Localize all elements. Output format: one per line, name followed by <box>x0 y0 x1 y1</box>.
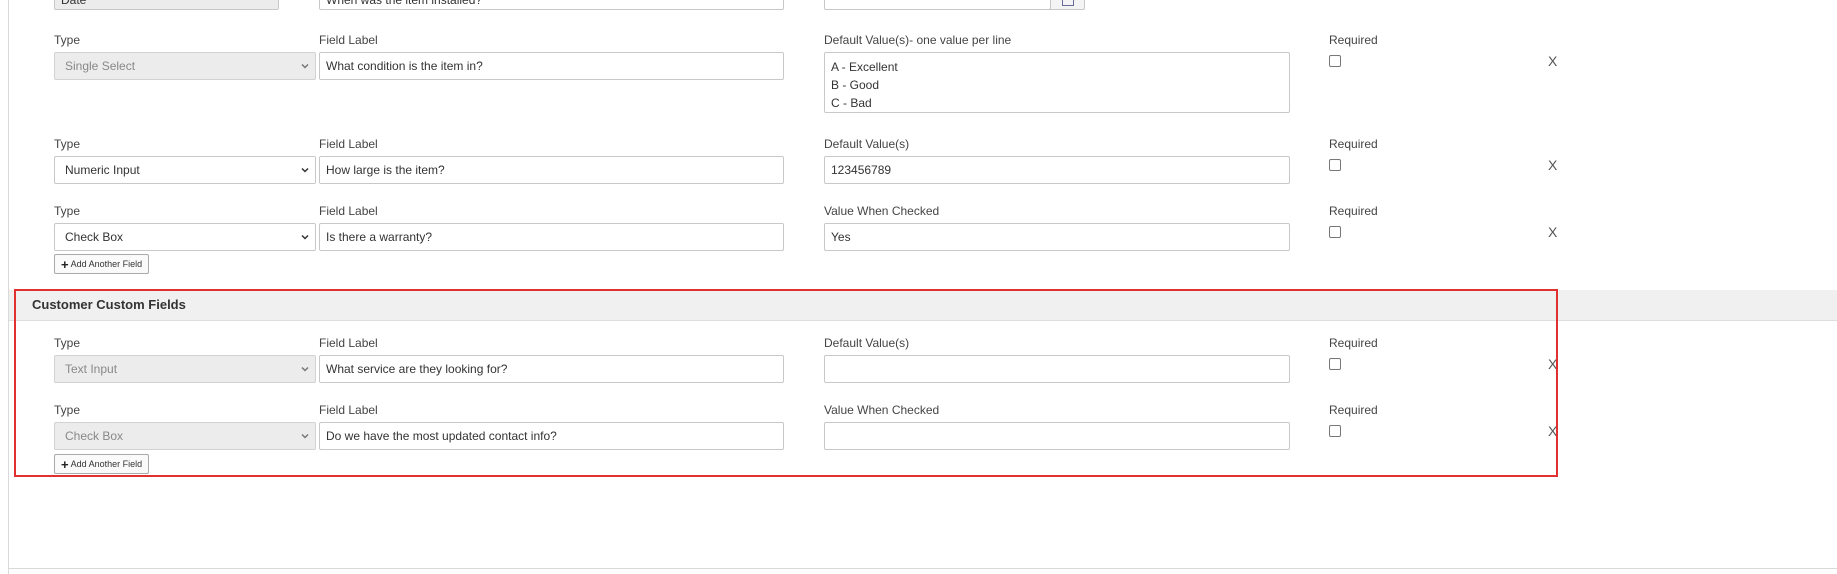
plus-icon: + <box>61 456 69 472</box>
customer-custom-fields-header <box>9 290 1837 321</box>
default-values-heading: Default Value(s) <box>824 137 910 151</box>
required-label: Required <box>1329 336 1378 350</box>
type-select[interactable]: Single Select <box>54 52 316 80</box>
type-label: Type <box>54 336 81 350</box>
required-label: Required <box>1329 403 1378 417</box>
default-values-textarea[interactable]: A - Excellent B - Good C - Bad <box>824 52 1290 113</box>
type-select-value: Single Select <box>65 59 136 73</box>
value-when-checked-heading: Value When Checked <box>824 204 940 218</box>
default-values-heading: Default Value(s)- one value per line <box>824 33 1012 47</box>
required-checkbox[interactable] <box>1329 226 1341 238</box>
value-when-checked-input[interactable]: Yes <box>824 223 1290 251</box>
field-label-input-partial[interactable]: When was the item installed? <box>319 0 784 10</box>
remove-field-button[interactable]: X <box>1548 356 1557 372</box>
type-select[interactable]: Text Input <box>54 355 316 383</box>
date-input-partial[interactable] <box>824 0 1051 10</box>
chevron-down-icon <box>301 433 309 439</box>
default-values-heading: Default Value(s) <box>824 336 910 350</box>
field-label-input[interactable]: What condition is the item in? <box>319 52 784 80</box>
type-select-value: Check Box <box>65 429 124 443</box>
type-select-partial[interactable]: Date <box>54 0 279 10</box>
chevron-down-icon <box>301 366 309 372</box>
value-when-checked-input[interactable] <box>824 422 1290 450</box>
add-another-field-button[interactable]: + Add Another Field <box>54 454 150 474</box>
default-value-line: C - Bad <box>831 96 872 110</box>
type-select[interactable]: Numeric Input <box>54 156 316 184</box>
add-another-field-label: Add Another Field <box>70 459 143 469</box>
default-value-input[interactable]: 123456789 <box>824 156 1290 184</box>
field-label-heading: Field Label <box>319 33 378 47</box>
remove-field-button[interactable]: X <box>1548 53 1557 69</box>
type-select[interactable]: Check Box <box>54 223 316 251</box>
chevron-down-icon <box>301 167 309 173</box>
type-select-value: Check Box <box>65 230 124 244</box>
required-checkbox[interactable] <box>1329 358 1341 370</box>
calendar-icon <box>1062 0 1074 6</box>
default-value-line: A - Excellent <box>831 60 898 74</box>
value-when-checked-heading: Value When Checked <box>824 403 940 417</box>
plus-icon: + <box>61 256 69 272</box>
calendar-button[interactable] <box>1050 0 1085 10</box>
required-checkbox[interactable] <box>1329 55 1341 67</box>
field-label-heading: Field Label <box>319 204 378 218</box>
field-label-input[interactable]: Do we have the most updated contact info… <box>319 422 784 450</box>
remove-field-button[interactable]: X <box>1548 157 1557 173</box>
remove-field-button[interactable]: X <box>1548 423 1557 439</box>
field-label-input[interactable]: How large is the item? <box>319 156 784 184</box>
required-checkbox[interactable] <box>1329 425 1341 437</box>
required-label: Required <box>1329 204 1378 218</box>
field-label-input[interactable]: Is there a warranty? <box>319 223 784 251</box>
add-another-field-label: Add Another Field <box>70 259 143 269</box>
remove-field-button[interactable]: X <box>1548 224 1557 240</box>
type-select-value: Text Input <box>65 362 118 376</box>
type-label: Type <box>54 403 81 417</box>
field-label-heading: Field Label <box>319 336 378 350</box>
required-label: Required <box>1329 33 1378 47</box>
required-checkbox[interactable] <box>1329 159 1341 171</box>
type-label: Type <box>54 33 81 47</box>
section-title: Customer Custom Fields <box>32 297 186 312</box>
add-another-field-button[interactable]: + Add Another Field <box>54 254 150 274</box>
type-select-value: Numeric Input <box>65 163 140 177</box>
required-label: Required <box>1329 137 1378 151</box>
field-label-heading: Field Label <box>319 403 378 417</box>
default-value-input[interactable] <box>824 355 1290 383</box>
field-label-heading: Field Label <box>319 137 378 151</box>
field-label-input[interactable]: What service are they looking for? <box>319 355 784 383</box>
panel-left-border <box>8 0 9 574</box>
type-label: Type <box>54 137 81 151</box>
type-label: Type <box>54 204 81 218</box>
default-value-line: B - Good <box>831 78 880 92</box>
type-select[interactable]: Check Box <box>54 422 316 450</box>
chevron-down-icon <box>301 63 309 69</box>
chevron-down-icon <box>301 234 309 240</box>
panel-bottom-border <box>8 568 1837 569</box>
